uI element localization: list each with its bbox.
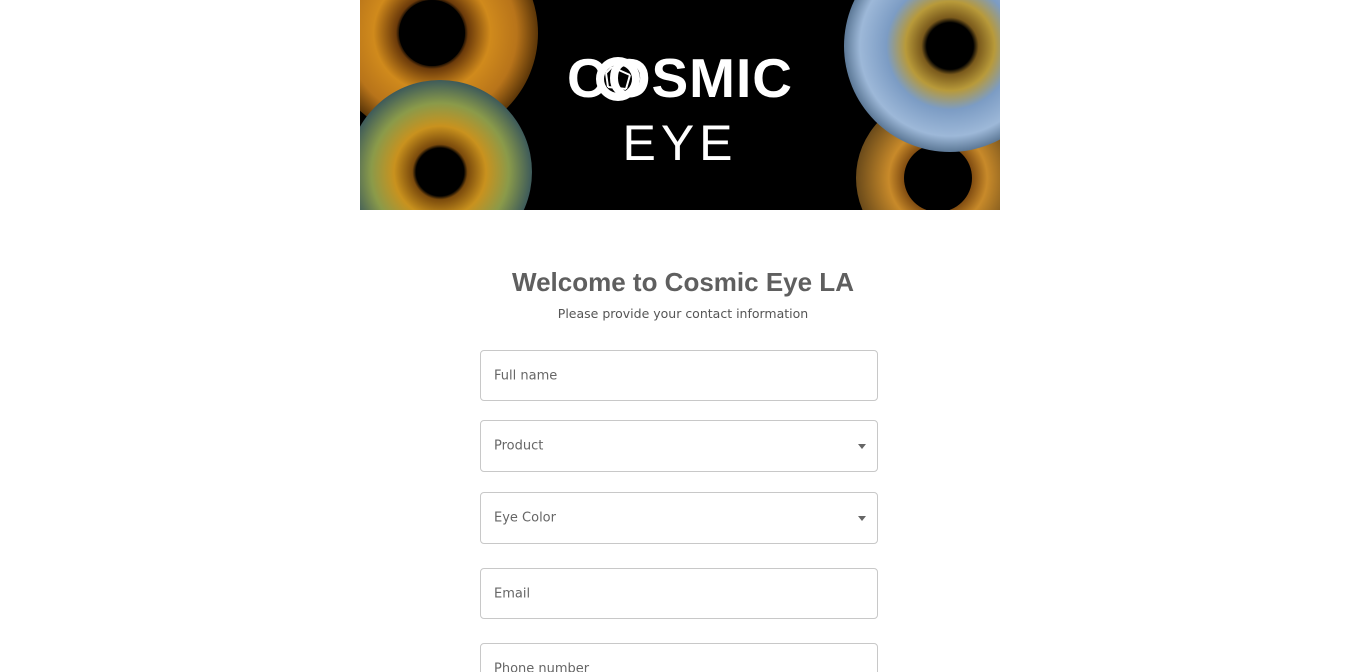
- chevron-down-icon: [858, 516, 866, 521]
- phone-input[interactable]: Phone number: [480, 643, 878, 672]
- logo-word-cosmic: COSMIC: [567, 47, 793, 109]
- eye-color-select[interactable]: Eye Color: [480, 492, 878, 544]
- page-subtitle: Please provide your contact information: [557, 306, 809, 321]
- logo-word-eye: EYE: [622, 115, 737, 171]
- page-title: Welcome to Cosmic Eye LA: [512, 267, 854, 297]
- chevron-down-icon: [858, 444, 866, 449]
- full-name-placeholder: Full name: [494, 368, 558, 383]
- product-select[interactable]: Product: [480, 420, 878, 472]
- cosmic-eye-banner: COSMIC EYE: [360, 0, 1000, 210]
- full-name-input[interactable]: Full name: [480, 350, 878, 401]
- email-placeholder: Email: [494, 586, 531, 601]
- product-placeholder: Product: [494, 438, 544, 454]
- phone-placeholder: Phone number: [494, 661, 590, 672]
- eye-color-placeholder: Eye Color: [494, 510, 556, 526]
- email-input[interactable]: Email: [480, 568, 878, 619]
- banner-artwork: COSMIC EYE: [360, 0, 1000, 210]
- page: COSMIC EYE Welcome to Cosmic Eye LA Plea…: [0, 0, 1366, 672]
